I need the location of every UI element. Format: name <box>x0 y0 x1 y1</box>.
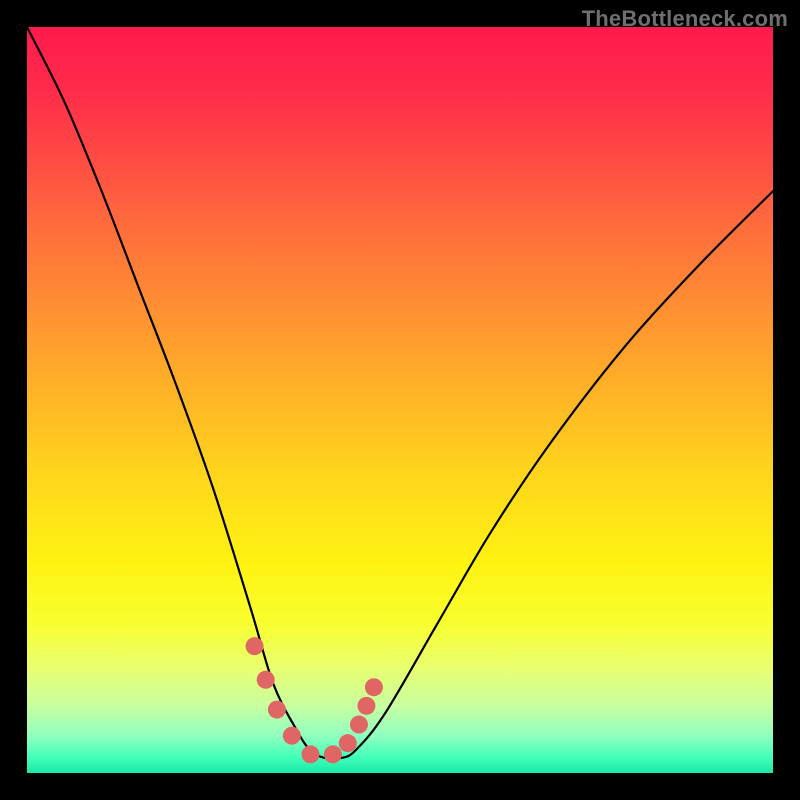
chart-stage: TheBottleneck.com <box>0 0 800 800</box>
highlight-dot <box>257 671 275 689</box>
curve-svg <box>27 27 773 773</box>
bottleneck-curve <box>27 27 773 759</box>
highlight-dot <box>350 716 368 734</box>
highlight-dot <box>324 745 342 763</box>
highlight-dot <box>246 637 264 655</box>
highlight-dot <box>357 697 375 715</box>
highlight-dot <box>365 678 383 696</box>
highlight-dot <box>268 701 286 719</box>
highlight-dot <box>339 734 357 752</box>
highlight-dot <box>301 745 319 763</box>
highlight-dot <box>283 727 301 745</box>
plot-area <box>27 27 773 773</box>
